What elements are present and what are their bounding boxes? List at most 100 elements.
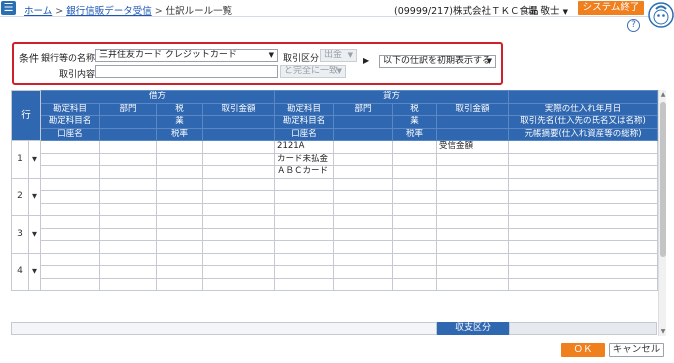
user-menu[interactable]: 堤 敬士 ▼: [528, 3, 568, 17]
credit-tax-cell[interactable]: [392, 215, 438, 229]
table-row[interactable]: カード未払金: [12, 152, 659, 166]
credit-rate-cell[interactable]: [392, 240, 438, 254]
debit-tax-cell[interactable]: [156, 177, 204, 191]
extra-date-cell[interactable]: [508, 215, 659, 229]
credit-account-cell[interactable]: [274, 277, 335, 291]
debit-code-cell[interactable]: [40, 140, 101, 154]
debit-biz-cell[interactable]: [156, 227, 204, 241]
debit-account-cell[interactable]: [40, 240, 101, 254]
table-row[interactable]: 3 ▼: [11, 215, 659, 254]
credit-amount-cell[interactable]: [436, 215, 510, 229]
vertical-scrollbar[interactable]: ▲ ▼: [658, 90, 666, 336]
credit-dept-cell[interactable]: [333, 177, 394, 191]
match-select[interactable]: と完全に一致 ▼: [280, 65, 346, 78]
extra-memo-cell[interactable]: [508, 277, 659, 291]
debit-rate-cell[interactable]: [156, 277, 204, 291]
trans-type-select[interactable]: 出金 ▼: [320, 49, 357, 62]
debit-rate-cell[interactable]: [156, 165, 204, 179]
scrollbar-thumb[interactable]: [660, 102, 666, 257]
debit-amount-cell[interactable]: [202, 177, 276, 191]
debit-code-cell[interactable]: [40, 215, 101, 229]
credit-biz-cell[interactable]: [392, 152, 438, 166]
debit-dept-cell[interactable]: [99, 140, 158, 154]
credit-dept-cell[interactable]: [333, 140, 394, 154]
credit-code-cell[interactable]: [274, 252, 335, 266]
debit-name-cell[interactable]: [40, 265, 101, 279]
credit-name-cell[interactable]: [274, 227, 335, 241]
breadcrumb-home-link[interactable]: ホーム: [24, 6, 52, 17]
credit-rate-cell[interactable]: [392, 202, 438, 216]
extra-vendor-cell[interactable]: [508, 152, 659, 166]
debit-dept-cell[interactable]: [99, 177, 158, 191]
menu-icon[interactable]: ☰: [1, 1, 16, 15]
credit-biz-cell[interactable]: [392, 227, 438, 241]
table-row[interactable]: 2 ▼: [11, 177, 659, 216]
extra-vendor-cell[interactable]: [508, 190, 659, 204]
table-row[interactable]: [12, 265, 659, 279]
credit-biz-cell[interactable]: [392, 190, 438, 204]
credit-dept-cell[interactable]: [333, 252, 394, 266]
debit-account-cell[interactable]: [40, 165, 101, 179]
help-icon[interactable]: ?: [627, 19, 640, 32]
credit-tax-cell[interactable]: [392, 252, 438, 266]
chevron-down-icon[interactable]: ▼: [27, 177, 42, 216]
debit-biz-cell[interactable]: [156, 190, 204, 204]
table-row[interactable]: 1 ▼ 2121A 受信金額: [11, 140, 659, 179]
debit-dept-cell[interactable]: [99, 215, 158, 229]
credit-amount-cell[interactable]: [436, 177, 510, 191]
credit-amount-cell[interactable]: [436, 252, 510, 266]
credit-account-cell[interactable]: [274, 202, 335, 216]
chevron-down-icon[interactable]: ▼: [27, 252, 42, 291]
debit-rate-cell[interactable]: [156, 240, 204, 254]
debit-code-cell[interactable]: [40, 252, 101, 266]
credit-account-cell[interactable]: [274, 240, 335, 254]
extra-memo-cell[interactable]: [508, 240, 659, 254]
debit-name-cell[interactable]: [40, 152, 101, 166]
system-exit-button[interactable]: システム終了: [578, 1, 644, 15]
table-row[interactable]: ＡＢＣカード: [12, 165, 659, 179]
display-select[interactable]: 以下の仕訳を初期表示する ▼: [379, 55, 496, 68]
debit-account-cell[interactable]: [40, 202, 101, 216]
credit-name-cell[interactable]: カード未払金: [274, 152, 335, 166]
extra-memo-cell[interactable]: [508, 165, 659, 179]
debit-amount-cell[interactable]: [202, 140, 276, 154]
debit-code-cell[interactable]: [40, 177, 101, 191]
debit-amount-cell[interactable]: [202, 215, 276, 229]
credit-rate-cell[interactable]: [392, 165, 438, 179]
breadcrumb-bank-link[interactable]: 銀行信販データ受信: [66, 6, 152, 17]
credit-biz-cell[interactable]: [392, 265, 438, 279]
content-input[interactable]: [95, 65, 278, 78]
extra-vendor-cell[interactable]: [508, 265, 659, 279]
extra-date-cell[interactable]: [508, 252, 659, 266]
debit-name-cell[interactable]: [40, 227, 101, 241]
cancel-button[interactable]: キャンセル: [609, 343, 664, 357]
balance-value[interactable]: [509, 322, 657, 335]
table-row[interactable]: [12, 227, 659, 241]
credit-tax-cell[interactable]: [392, 140, 438, 154]
debit-name-cell[interactable]: [40, 190, 101, 204]
credit-name-cell[interactable]: [274, 265, 335, 279]
credit-code-cell[interactable]: [274, 177, 335, 191]
debit-tax-cell[interactable]: [156, 140, 204, 154]
table-row[interactable]: [12, 277, 659, 291]
debit-tax-cell[interactable]: [156, 215, 204, 229]
credit-tax-cell[interactable]: [392, 177, 438, 191]
credit-amount-cell[interactable]: 受信金額: [436, 140, 510, 154]
mascot-icon[interactable]: [647, 0, 674, 30]
table-row[interactable]: [12, 190, 659, 204]
debit-rate-cell[interactable]: [156, 202, 204, 216]
ok-button[interactable]: ＯＫ: [561, 343, 605, 357]
debit-biz-cell[interactable]: [156, 152, 204, 166]
debit-dept-cell[interactable]: [99, 252, 158, 266]
chevron-down-icon[interactable]: ▼: [27, 215, 42, 254]
credit-dept-cell[interactable]: [333, 215, 394, 229]
credit-code-cell[interactable]: [274, 215, 335, 229]
table-row[interactable]: [12, 202, 659, 216]
chevron-down-icon[interactable]: ▼: [27, 140, 42, 179]
credit-account-cell[interactable]: ＡＢＣカード: [274, 165, 335, 179]
table-row[interactable]: 4 ▼: [11, 252, 659, 291]
debit-tax-cell[interactable]: [156, 252, 204, 266]
credit-code-cell[interactable]: 2121A: [274, 140, 335, 154]
debit-account-cell[interactable]: [40, 277, 101, 291]
bank-name-select[interactable]: 三井住友カード クレジットカード ▼: [95, 49, 278, 62]
